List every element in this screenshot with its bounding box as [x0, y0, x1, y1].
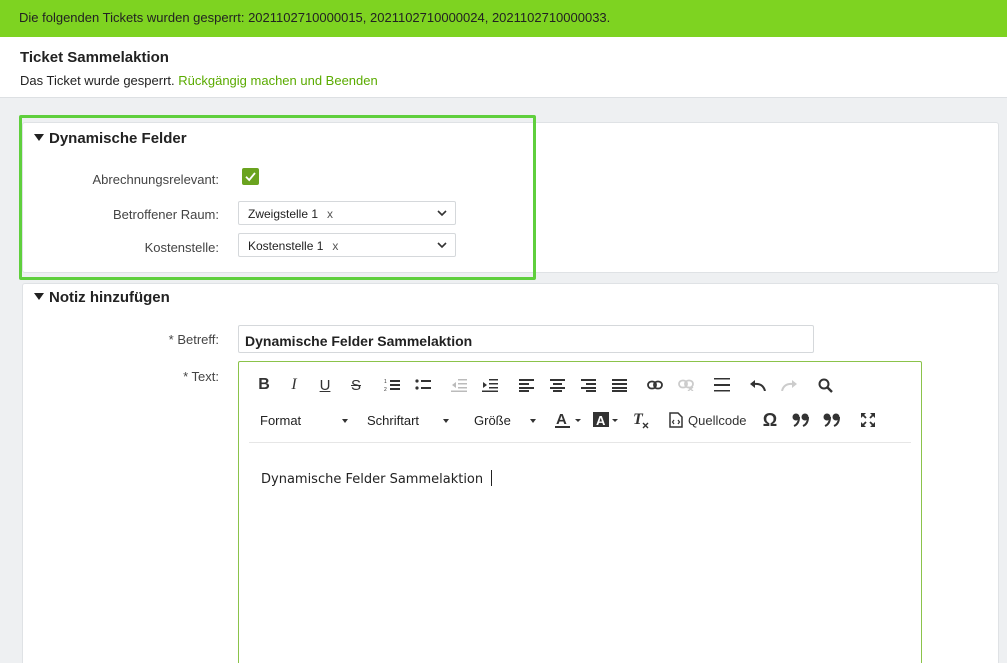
toolbar-row-2: Format Schriftart Größe A A T Quellcode …	[249, 407, 909, 433]
undo-icon[interactable]	[749, 372, 767, 398]
subject-input[interactable]: Dynamische Felder Sammelaktion	[238, 325, 814, 353]
toolbar-row-1: B I U S 12	[249, 372, 909, 398]
rich-text-editor[interactable]: B I U S 12 Format Schriftart Größe A A T…	[238, 361, 922, 663]
svg-text:A: A	[596, 413, 606, 428]
source-icon	[669, 412, 683, 428]
outdent-icon[interactable]	[450, 372, 468, 398]
bold-icon[interactable]: B	[255, 372, 273, 398]
chevron-down-icon	[342, 419, 348, 423]
numbered-list-icon[interactable]: 12	[383, 372, 401, 398]
lock-status-text: Das Ticket wurde gesperrt.	[20, 73, 175, 88]
background-color-icon[interactable]: A	[592, 407, 622, 433]
note-header[interactable]: Notiz hinzufügen	[34, 289, 170, 306]
highlight-frame	[19, 115, 536, 280]
text-cursor	[491, 470, 493, 486]
page-subtitle: Das Ticket wurde gesperrt. Rückgängig ma…	[20, 73, 378, 88]
note-title: Notiz hinzufügen	[49, 289, 170, 306]
notice-bar: Die folgenden Tickets wurden gesperrt: 2…	[0, 0, 1007, 37]
size-dropdown[interactable]: Größe	[474, 407, 538, 433]
svg-text:1: 1	[384, 379, 387, 385]
editor-text: Dynamische Felder Sammelaktion	[261, 472, 484, 487]
format-label: Format	[260, 412, 302, 428]
format-dropdown[interactable]: Format	[260, 407, 350, 433]
align-center-icon[interactable]	[548, 372, 566, 398]
italic-icon[interactable]: I	[285, 372, 303, 398]
svg-text:2: 2	[384, 387, 387, 392]
undo-link[interactable]: Rückgängig machen und Beenden	[178, 73, 377, 88]
remove-format-icon[interactable]: T	[631, 407, 651, 433]
quote-icon[interactable]	[823, 407, 841, 433]
align-left-icon[interactable]	[517, 372, 535, 398]
editor-content[interactable]: Dynamische Felder Sammelaktion	[261, 470, 493, 487]
justify-icon[interactable]	[610, 372, 628, 398]
unlink-icon[interactable]	[677, 372, 695, 398]
text-color-icon[interactable]: A	[554, 407, 584, 433]
font-dropdown[interactable]: Schriftart	[367, 407, 455, 433]
page-title: Ticket Sammelaktion	[20, 49, 169, 66]
align-right-icon[interactable]	[579, 372, 597, 398]
toolbar-divider	[249, 442, 911, 443]
notice-text: Die folgenden Tickets wurden gesperrt: 2…	[19, 10, 611, 25]
chevron-down-icon	[530, 419, 536, 423]
indent-icon[interactable]	[481, 372, 499, 398]
subject-value: Dynamische Felder Sammelaktion	[245, 333, 473, 349]
maximize-icon[interactable]	[859, 407, 877, 433]
subject-label: * Betreff:	[168, 332, 219, 347]
horizontal-rule-icon[interactable]	[713, 372, 731, 398]
size-label: Größe	[474, 412, 511, 428]
strikethrough-icon[interactable]: S	[347, 372, 365, 398]
source-label: Quellcode	[688, 412, 747, 428]
font-label: Schriftart	[367, 412, 420, 428]
collapse-triangle-icon[interactable]	[34, 293, 44, 300]
svg-text:A: A	[556, 411, 567, 428]
chevron-down-icon	[443, 419, 449, 423]
underline-icon[interactable]: U	[316, 372, 334, 398]
redo-icon[interactable]	[780, 372, 798, 398]
link-icon[interactable]	[646, 372, 664, 398]
source-button[interactable]: Quellcode	[669, 407, 751, 433]
bullet-list-icon[interactable]	[414, 372, 432, 398]
page-header: Ticket Sammelaktion Das Ticket wurde ges…	[0, 37, 1007, 98]
svg-text:T: T	[633, 411, 644, 428]
special-char-icon[interactable]: Ω	[761, 407, 779, 433]
find-icon[interactable]	[816, 372, 834, 398]
blockquote-icon[interactable]	[792, 407, 810, 433]
text-label: * Text:	[183, 369, 219, 384]
